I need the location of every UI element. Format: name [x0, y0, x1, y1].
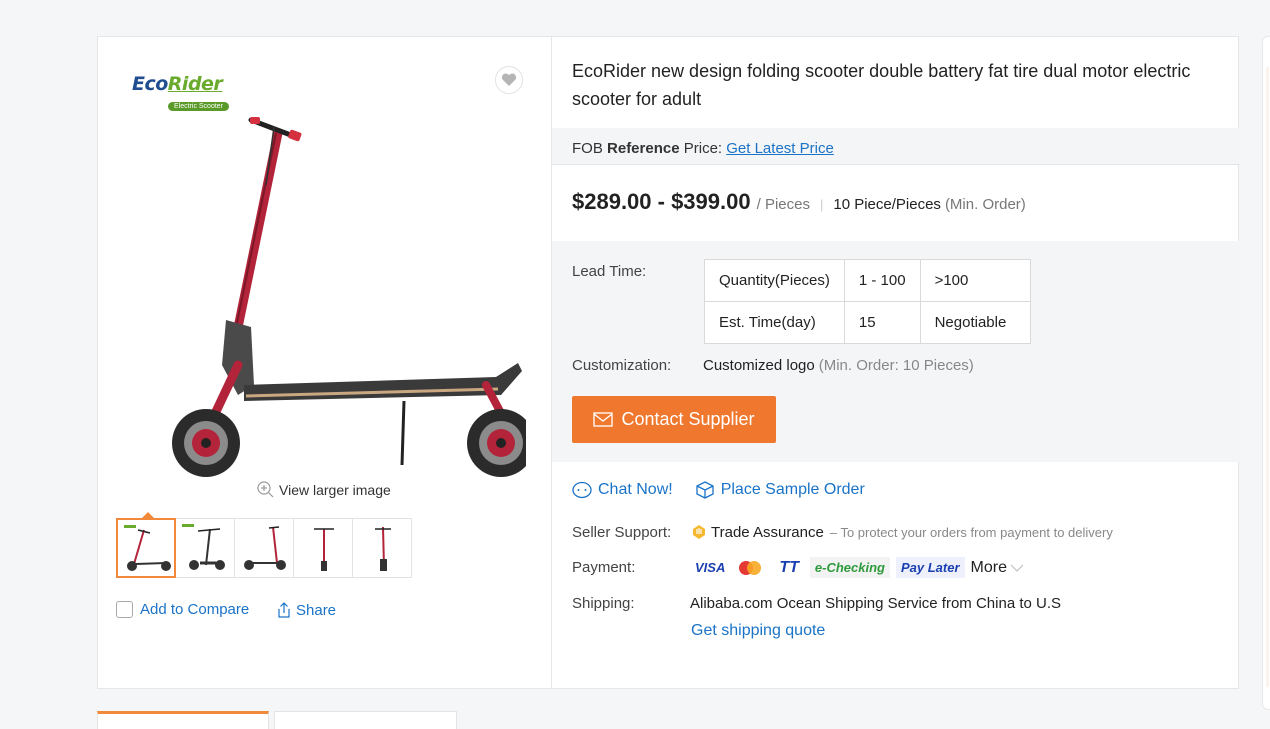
- logo-rider-text: Rider: [167, 73, 223, 95]
- price-row: $289.00 - $399.00 / Pieces | 10 Piece/Pi…: [572, 189, 1026, 215]
- customization-label: Customization:: [572, 357, 672, 374]
- logo-eco-text: Eco: [132, 73, 168, 95]
- fob-prefix: FOB: [572, 140, 603, 157]
- min-order-note: (Min. Order): [944, 196, 1026, 213]
- price-unit: / Pieces: [756, 196, 810, 213]
- table-cell: 1 - 100: [843, 259, 921, 302]
- price-separator: |: [819, 197, 824, 212]
- more-payment-button[interactable]: More: [971, 559, 1024, 577]
- place-sample-order-link[interactable]: Place Sample Order: [695, 480, 865, 500]
- fob-price-bar: FOB Reference Price: Get Latest Price: [552, 128, 1240, 165]
- visa-icon: VISA: [695, 560, 726, 575]
- chat-now-link[interactable]: Chat Now!: [572, 481, 673, 499]
- shipping-value: Alibaba.com Ocean Shipping Service from …: [690, 595, 1062, 612]
- envelope-icon: [593, 412, 614, 427]
- table-row: Quantity(Pieces) 1 - 100 >100: [704, 259, 1031, 302]
- lead-time-label: Lead Time:: [572, 263, 647, 280]
- payment-label: Payment:: [572, 559, 636, 576]
- package-icon: [696, 481, 714, 499]
- lead-time-table: Quantity(Pieces) 1 - 100 >100 Est. Time(…: [704, 259, 1031, 344]
- view-larger-label: View larger image: [279, 481, 391, 498]
- add-to-compare-label: Add to Compare: [140, 601, 250, 618]
- main-product-image[interactable]: [126, 65, 526, 485]
- get-shipping-quote-link[interactable]: Get shipping quote: [691, 622, 825, 640]
- zoom-in-icon: [257, 481, 274, 498]
- heart-icon: [501, 73, 517, 86]
- fob-suffix: Price:: [683, 140, 723, 157]
- action-links: Chat Now! Place Sample Order: [572, 480, 887, 500]
- compare-checkbox[interactable]: [116, 601, 133, 618]
- price-range: $289.00 - $399.00: [572, 189, 751, 214]
- trade-assurance-label[interactable]: Trade Assurance: [711, 524, 824, 541]
- e-checking-icon: e-Checking: [809, 557, 890, 578]
- fob-bold: Reference: [607, 140, 680, 157]
- share-icon: [278, 602, 290, 618]
- chat-icon: [572, 481, 592, 499]
- favorite-button[interactable]: [495, 66, 523, 94]
- gallery-column: EcoRider Electric Scooter View larger im…: [98, 37, 552, 688]
- customization-value: Customized logo: [703, 357, 815, 374]
- brand-logo: EcoRider Electric Scooter: [132, 73, 230, 113]
- seller-support-label: Seller Support:: [572, 523, 672, 541]
- get-latest-price-link[interactable]: Get Latest Price: [726, 140, 834, 157]
- min-order-qty: 10 Piece/Pieces: [833, 196, 941, 213]
- chevron-down-icon: [1010, 564, 1024, 572]
- shipping-label: Shipping:: [572, 595, 635, 612]
- trade-assurance-icon: [693, 525, 705, 539]
- tt-icon: TT: [779, 558, 799, 576]
- table-cell: Est. Time(day): [704, 301, 845, 344]
- thumbnail-1[interactable]: [116, 512, 176, 578]
- side-panel-edge: [1262, 36, 1270, 710]
- thumbnail-3[interactable]: [234, 518, 294, 578]
- pay-later-icon: Pay Later: [895, 557, 965, 578]
- contact-supplier-button[interactable]: Contact Supplier: [572, 396, 776, 443]
- thumbnail-2[interactable]: [175, 518, 235, 578]
- thumbnail-strip: [116, 512, 412, 578]
- table-cell: 15: [843, 301, 921, 344]
- product-title: EcoRider new design folding scooter doub…: [572, 61, 1191, 109]
- more-label: More: [970, 558, 1007, 576]
- logo-subtitle: Electric Scooter: [168, 102, 230, 111]
- details-block: Lead Time: Quantity(Pieces) 1 - 100 >100…: [552, 241, 1240, 462]
- contact-supplier-label: Contact Supplier: [621, 409, 755, 429]
- seller-support-row: Seller Support: Trade Assurance – To pro…: [572, 523, 1113, 541]
- view-larger-image-link[interactable]: View larger image: [257, 481, 391, 498]
- trade-assurance-note: – To protect your orders from payment to…: [829, 524, 1113, 540]
- share-link[interactable]: Share: [275, 601, 336, 619]
- share-label: Share: [296, 601, 337, 619]
- table-cell: Quantity(Pieces): [704, 259, 845, 302]
- add-to-compare[interactable]: Add to Compare: [116, 601, 249, 618]
- thumbnail-4[interactable]: [293, 518, 353, 578]
- table-cell: >100: [919, 259, 1031, 302]
- payment-row: Payment: VISA TT e-Checking Pay Later Mo…: [572, 557, 1024, 578]
- chat-now-label: Chat Now!: [598, 481, 673, 498]
- tab-inactive[interactable]: [274, 711, 457, 729]
- customization-row: Customization: Customized logo (Min. Ord…: [572, 357, 974, 374]
- mastercard-icon: [739, 560, 762, 575]
- shipping-row: Shipping: Alibaba.com Ocean Shipping Ser…: [572, 595, 1061, 612]
- table-row: Est. Time(day) 15 Negotiable: [704, 301, 1031, 344]
- table-cell: Negotiable: [919, 301, 1031, 344]
- customization-note: (Min. Order: 10 Pieces): [818, 357, 974, 374]
- place-sample-order-label: Place Sample Order: [720, 481, 865, 498]
- thumbnail-5[interactable]: [352, 518, 412, 578]
- tab-active[interactable]: [97, 711, 269, 729]
- product-card: EcoRider Electric Scooter View larger im…: [97, 36, 1240, 689]
